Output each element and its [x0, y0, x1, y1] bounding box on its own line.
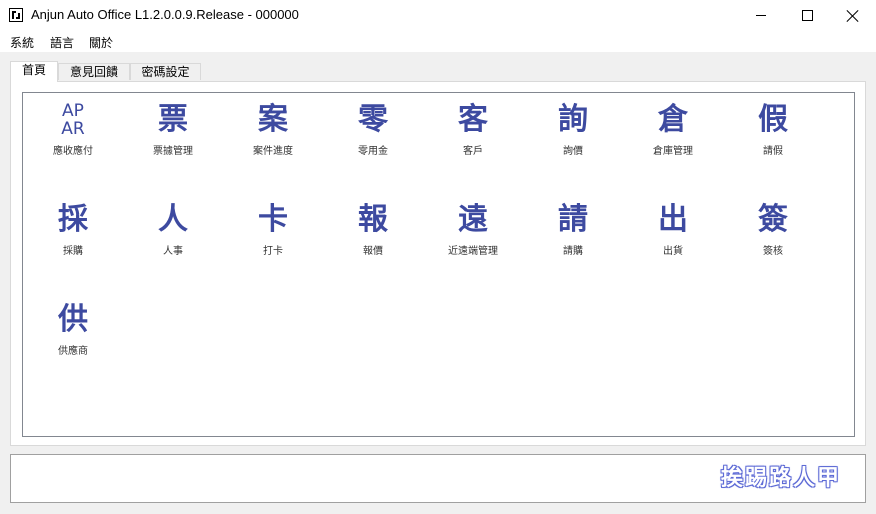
window-title: Anjun Auto Office L1.2.0.0.9.Release - 0…: [31, 7, 299, 22]
module-tile[interactable]: 倉倉庫管理: [628, 100, 718, 180]
module-tile[interactable]: 請請購: [528, 200, 618, 280]
module-tile[interactable]: 假請假: [728, 100, 818, 180]
module-label: 倉庫管理: [653, 146, 693, 157]
quote-icon: 報: [358, 202, 388, 237]
close-icon: [847, 10, 859, 22]
title-bar: Anjun Auto Office L1.2.0.0.9.Release - 0…: [0, 0, 876, 32]
module-label: 採購: [63, 246, 83, 257]
tab-home[interactable]: 首頁: [10, 61, 58, 82]
module-label: 簽核: [763, 246, 783, 257]
module-label: 請假: [763, 146, 783, 157]
shipping-icon: 出: [658, 202, 688, 237]
module-tile[interactable]: 卡打卡: [228, 200, 318, 280]
module-tile[interactable]: 供供應商: [28, 300, 118, 380]
approval-icon: 簽: [758, 202, 788, 237]
module-label: 近遠端管理: [448, 246, 498, 257]
module-tile[interactable]: 簽簽核: [728, 200, 818, 280]
module-label: 出貨: [663, 246, 683, 257]
module-label: 票據管理: [153, 146, 193, 157]
petty-cash-icon: 零: [358, 102, 388, 137]
module-tile[interactable]: 票票據管理: [128, 100, 218, 180]
module-tile[interactable]: 報報價: [328, 200, 418, 280]
module-label: 供應商: [58, 346, 88, 357]
hr-icon: 人: [158, 202, 188, 237]
module-label: 零用金: [358, 146, 388, 157]
minimize-button[interactable]: [738, 0, 784, 31]
ticket-icon: 票: [158, 102, 188, 137]
inquiry-icon: 詢: [558, 102, 588, 137]
module-tile[interactable]: 案案件進度: [228, 100, 318, 180]
module-tile[interactable]: 遠近遠端管理: [428, 200, 518, 280]
module-tile[interactable]: AP AR 應收應付: [28, 100, 118, 180]
app-logo-icon: [9, 8, 23, 22]
requisition-icon: 請: [558, 202, 588, 237]
ap-ar-icon: AP AR: [61, 101, 85, 139]
close-button[interactable]: [830, 0, 876, 31]
customer-icon: 客: [458, 102, 488, 137]
module-label: 打卡: [263, 246, 283, 257]
menu-language[interactable]: 語言: [50, 34, 74, 51]
module-label: 請購: [563, 246, 583, 257]
module-label: 客戶: [463, 146, 483, 157]
menu-bar: 系統 語言 關於: [0, 31, 876, 52]
module-tile[interactable]: 零零用金: [328, 100, 418, 180]
module-label: 報價: [363, 246, 383, 257]
tab-feedback[interactable]: 意見回饋: [58, 63, 130, 80]
maximize-button[interactable]: [784, 0, 830, 31]
case-icon: 案: [258, 102, 288, 137]
leave-icon: 假: [758, 102, 788, 137]
module-label: 詢價: [563, 146, 583, 157]
menu-system[interactable]: 系統: [10, 34, 34, 51]
module-label: 人事: [163, 246, 183, 257]
tab-password-settings[interactable]: 密碼設定: [130, 63, 201, 80]
module-label: 案件進度: [253, 146, 293, 157]
module-grid: AP AR 應收應付票票據管理案案件進度零零用金客客戶詢詢價倉倉庫管理假請假採採購人…: [22, 92, 855, 437]
status-panel: 挨踢路人甲: [10, 454, 866, 503]
module-tile[interactable]: 詢詢價: [528, 100, 618, 180]
module-tile[interactable]: 客客戶: [428, 100, 518, 180]
maximize-icon: [801, 10, 813, 21]
punch-card-icon: 卡: [258, 202, 288, 237]
watermark-logo: 挨踢路人甲: [720, 466, 841, 491]
menu-about[interactable]: 關於: [89, 34, 113, 51]
module-label: 應收應付: [53, 146, 93, 157]
module-tile[interactable]: 人人事: [128, 200, 218, 280]
home-tab-page: AP AR 應收應付票票據管理案案件進度零零用金客客戶詢詢價倉倉庫管理假請假採採購人…: [10, 81, 866, 446]
remote-icon: 遠: [458, 202, 488, 237]
module-tile[interactable]: 採採購: [28, 200, 118, 280]
purchase-icon: 採: [58, 202, 88, 237]
warehouse-icon: 倉: [658, 102, 688, 137]
supplier-icon: 供: [58, 302, 88, 337]
minimize-icon: [756, 15, 766, 16]
module-tile[interactable]: 出出貨: [628, 200, 718, 280]
